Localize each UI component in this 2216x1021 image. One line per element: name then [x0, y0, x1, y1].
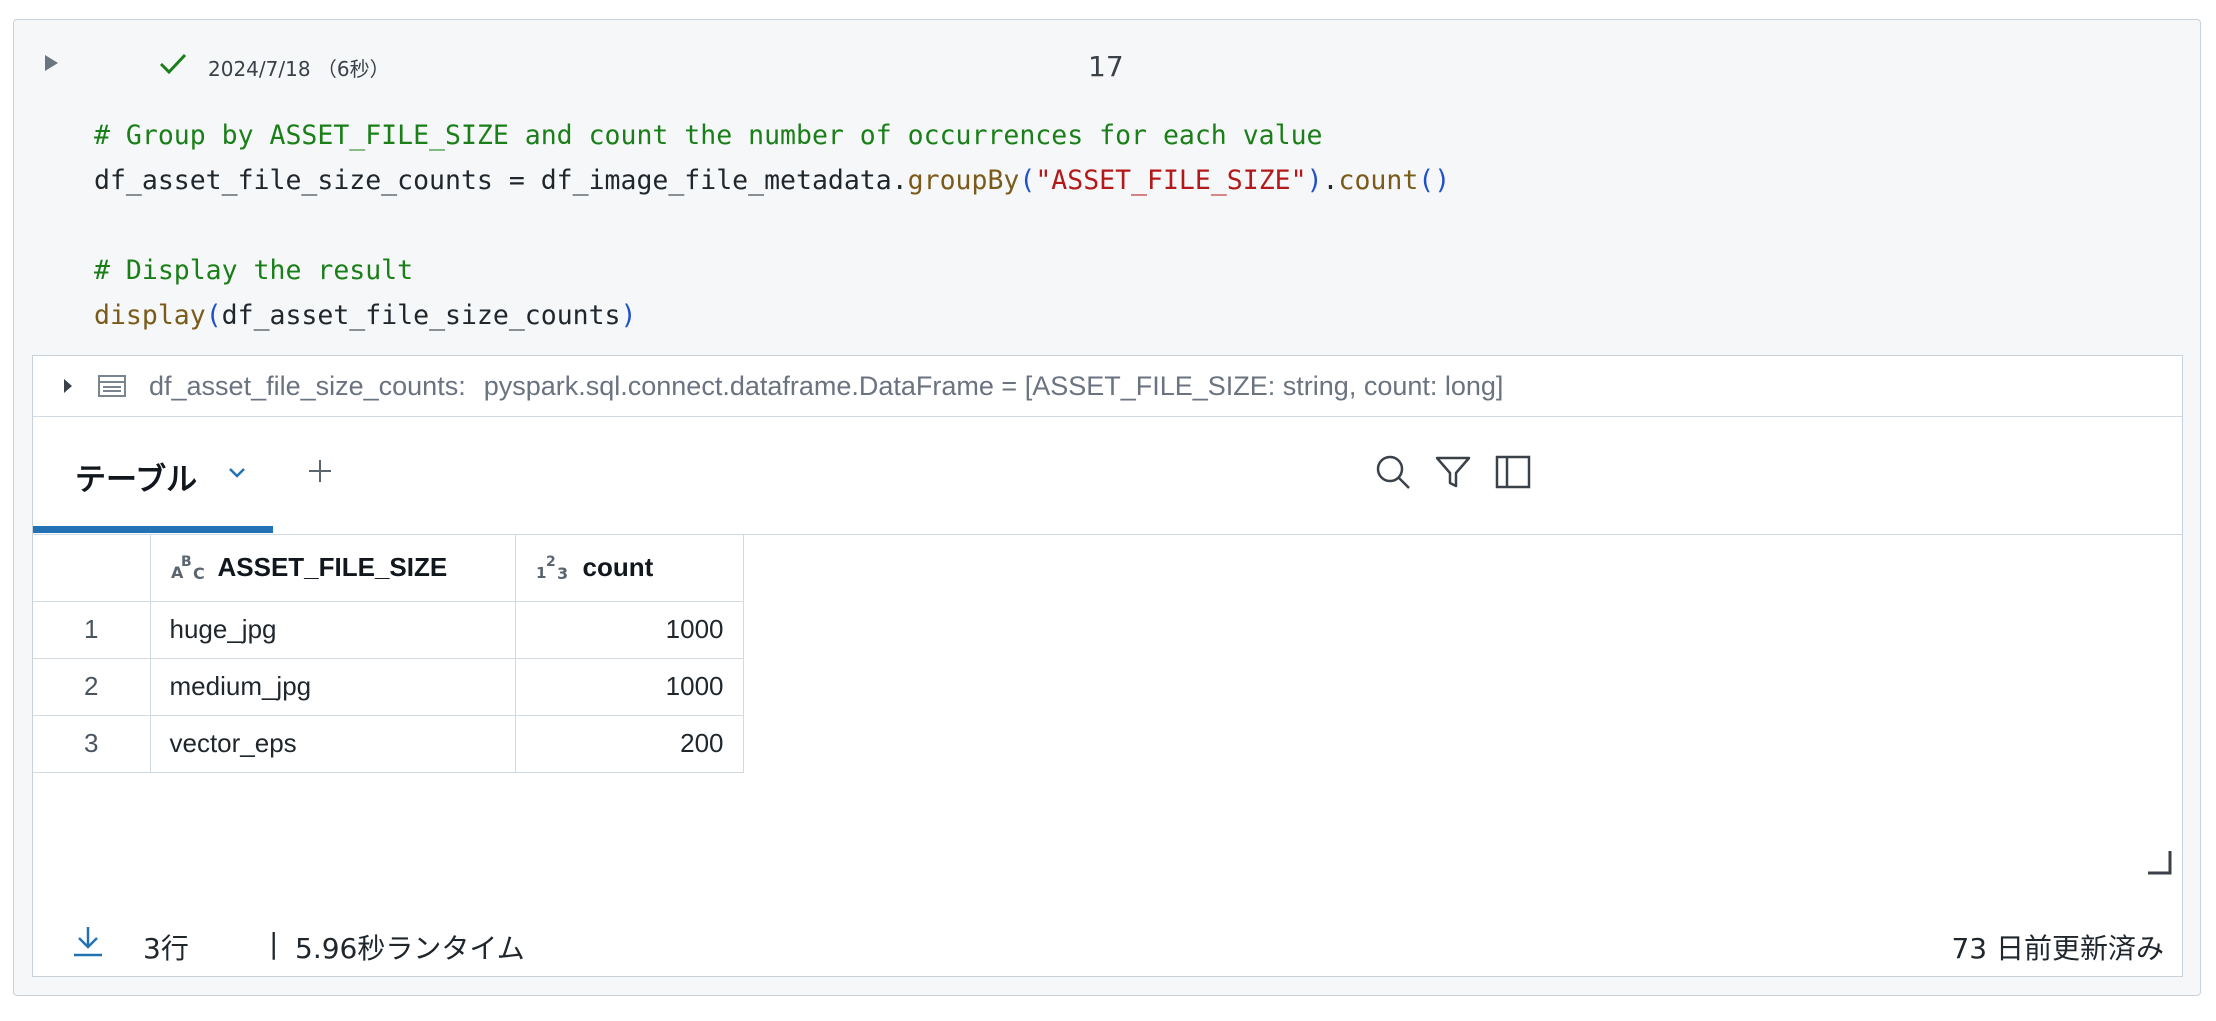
runtime: 5.96秒ランタイム — [295, 932, 525, 965]
caret-right-icon — [64, 379, 72, 393]
table-cell[interactable]: 1000 — [514, 657, 744, 716]
table-cell[interactable]: huge_jpg — [149, 600, 516, 659]
number-type-icon: 1 2 3 — [536, 554, 568, 582]
column-header-label: ASSET_FILE_SIZE — [217, 551, 448, 582]
search-icon[interactable] — [1373, 452, 1413, 492]
add-visualization-icon[interactable] — [305, 456, 335, 486]
schema-bar: df_asset_file_size_counts: pyspark.sql.co… — [33, 356, 2182, 417]
svg-text:1: 1 — [536, 564, 546, 582]
output-panel: df_asset_file_size_counts: pyspark.sql.co… — [32, 355, 2183, 977]
code-function: count — [1338, 165, 1419, 196]
table-cell[interactable]: 200 — [514, 714, 744, 773]
sidebar-panel-icon[interactable] — [1493, 452, 1533, 492]
filter-icon[interactable] — [1433, 452, 1473, 492]
table-cell[interactable]: 1000 — [514, 600, 744, 659]
code-comment: # Group by ASSET_FILE_SIZE and count the… — [94, 120, 1323, 151]
table-row: 1 huge_jpg 1000 — [33, 600, 744, 659]
resize-handle-icon[interactable] — [2146, 849, 2172, 875]
column-header[interactable]: A B C ASSET_FILE_SIZE — [149, 534, 516, 602]
execution-time: 2024/7/18 （6秒） — [208, 57, 390, 81]
table-icon — [98, 375, 126, 397]
code-function: display — [94, 300, 206, 331]
svg-text:B: B — [181, 554, 192, 570]
table-cell[interactable]: vector_eps — [149, 714, 516, 773]
row-index: 1 — [33, 600, 151, 659]
svg-text:3: 3 — [557, 564, 568, 582]
dataframe-name: df_asset_file_size_counts: — [149, 370, 466, 401]
results-table: A B C ASSET_FILE_SIZE 1 2 3 count 1 huge… — [33, 534, 744, 773]
table-row: 2 medium_jpg 1000 — [33, 657, 744, 716]
code-string: "ASSET_FILE_SIZE" — [1035, 165, 1307, 196]
code-editor[interactable]: # Group by ASSET_FILE_SIZE and count the… — [94, 113, 1450, 338]
footer-separator: | — [269, 927, 279, 960]
cell-number: 17 — [1088, 50, 1124, 83]
code-comment: # Display the result — [94, 255, 414, 286]
column-header[interactable]: 1 2 3 count — [514, 534, 744, 602]
tab-table-label: テーブル — [75, 462, 198, 498]
svg-text:C: C — [193, 564, 205, 582]
row-index: 3 — [33, 714, 151, 773]
download-icon[interactable] — [71, 924, 105, 958]
chevron-down-icon[interactable] — [227, 466, 247, 480]
svg-text:2: 2 — [546, 554, 556, 570]
tab-table[interactable]: テーブル — [33, 416, 273, 533]
code-text: df_asset_file_size_counts = df_image_fil… — [94, 165, 908, 196]
string-type-icon: A B C — [171, 554, 205, 582]
play-icon — [45, 55, 58, 71]
last-updated: 73 日前更新済み — [1951, 932, 2164, 965]
success-check-icon — [159, 53, 187, 75]
table-header-row: A B C ASSET_FILE_SIZE 1 2 3 count — [33, 534, 744, 602]
code-text: df_asset_file_size_counts — [221, 300, 621, 331]
run-cell-button[interactable] — [37, 49, 65, 77]
schema-text: df_asset_file_size_counts: pyspark.sql.co… — [149, 371, 1503, 402]
code-function: groupBy — [907, 165, 1020, 196]
column-header-label: count — [582, 551, 654, 582]
expand-schema-toggle[interactable] — [63, 376, 77, 396]
dataframe-type: pyspark.sql.connect.dataframe.DataFrame … — [483, 370, 1504, 401]
row-count: 3行 — [143, 932, 189, 965]
row-index: 2 — [33, 657, 151, 716]
table-cell[interactable]: medium_jpg — [149, 657, 516, 716]
table-row: 3 vector_eps 200 — [33, 714, 744, 773]
results-footer: 3行 | 5.96秒ランタイム 73 日前更新済み — [33, 906, 2182, 978]
result-tabs: テーブル — [33, 416, 2182, 535]
row-index-header — [33, 534, 151, 602]
